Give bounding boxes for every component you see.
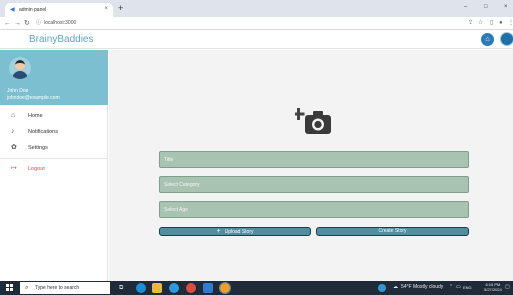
search-placeholder: Type here to search xyxy=(35,285,80,291)
search-icon: ⌕ xyxy=(25,285,29,291)
window-close-button[interactable]: × xyxy=(504,3,508,11)
sidebar-item-label: Notifications xyxy=(28,129,58,135)
create-story-label: Create Story xyxy=(378,228,407,234)
brand-logo-text[interactable]: BrainyBaddies xyxy=(29,34,93,46)
app-icon[interactable] xyxy=(169,283,179,293)
url-text: localhost:3000 xyxy=(44,20,77,26)
vscode-icon[interactable] xyxy=(203,283,213,293)
star-icon[interactable]: ☆ xyxy=(478,19,483,28)
screen: ◀ admin panel × + – □ × ← → ↻ ⓘ localhost… xyxy=(0,0,513,295)
taskbar-search-input[interactable]: ⌕ Type here to search xyxy=(20,282,110,294)
notification-center-icon[interactable]: ▢ xyxy=(505,284,510,291)
add-photo-icon[interactable] xyxy=(295,106,335,136)
weather-icon: ☁ xyxy=(393,284,398,290)
create-story-button[interactable]: Create Story xyxy=(316,227,469,236)
sidebar-divider xyxy=(0,158,108,159)
profile-card: John Doe johndoe@example.com xyxy=(0,50,108,105)
new-tab-button[interactable]: + xyxy=(118,3,123,13)
avatar xyxy=(9,57,31,79)
back-icon[interactable]: ← xyxy=(4,19,11,28)
upload-story-label: Upload Story xyxy=(224,229,254,235)
file-explorer-icon[interactable] xyxy=(152,283,162,293)
tab-title: admin panel xyxy=(19,7,47,13)
logout-icon: ↦ xyxy=(11,165,17,172)
windows-start-icon[interactable] xyxy=(6,284,14,292)
app-header: BrainyBaddies ⌂ xyxy=(0,30,513,49)
window-minimize-button[interactable]: – xyxy=(464,3,467,11)
app-tray-icon[interactable] xyxy=(378,284,386,292)
gear-icon: ✿ xyxy=(11,144,17,151)
battery-icon[interactable]: ▭ xyxy=(456,284,461,291)
plus-icon: + xyxy=(216,228,221,235)
user-email: johndoe@example.com xyxy=(7,95,60,101)
avatar-body xyxy=(12,71,28,79)
home-icon[interactable]: ⌂ xyxy=(481,33,494,46)
forward-icon[interactable]: → xyxy=(14,19,21,28)
url-field[interactable]: ⓘ localhost:3000 xyxy=(36,20,76,27)
avatar-head xyxy=(15,60,25,70)
browser-menu-icon[interactable]: ⋮ xyxy=(508,19,513,28)
sidebar-item-home[interactable]: ⌂ Home xyxy=(0,109,108,123)
windows-taskbar: ⌕ Type here to search ⧉ ☁ 54°F Mostly cl… xyxy=(0,281,513,295)
home-icon: ⌂ xyxy=(11,112,16,119)
sidebar-item-notifications[interactable]: ♪ Notifications xyxy=(0,125,108,139)
bell-icon: ♪ xyxy=(11,128,15,135)
share-icon[interactable]: ⇪ xyxy=(468,19,473,28)
window-maximize-button[interactable]: □ xyxy=(484,3,488,11)
weather-text[interactable]: 54°F Mostly cloudy xyxy=(401,284,443,291)
browser-tab[interactable]: ◀ admin panel × xyxy=(5,3,113,17)
chrome-icon[interactable] xyxy=(219,282,231,294)
sidebar-item-label: Logout xyxy=(28,166,45,172)
tab-favicon-icon: ◀ xyxy=(10,7,15,13)
address-bar: ← → ↻ ⓘ localhost:3000 ⇪ ☆ ▯ ● ⋮ xyxy=(0,17,513,30)
category-placeholder: Select Category xyxy=(164,182,200,188)
sidebar-item-logout[interactable]: ↦ Logout xyxy=(0,162,108,176)
title-input[interactable]: Title xyxy=(159,151,469,168)
sidebar-panel-icon[interactable]: ▯ xyxy=(490,19,493,28)
user-name: John Doe xyxy=(7,88,29,94)
task-view-icon[interactable]: ⧉ xyxy=(119,283,129,293)
title-placeholder: Title xyxy=(164,157,174,163)
system-clock[interactable]: 6:15 PM 5/27/2024 xyxy=(484,282,502,292)
user-avatar[interactable] xyxy=(500,32,513,46)
sidebar-item-label: Home xyxy=(28,113,43,119)
clock-date: 5/27/2024 xyxy=(484,287,502,292)
age-select[interactable]: Select Age xyxy=(159,201,469,218)
upload-story-button[interactable]: + Upload Story xyxy=(159,227,311,236)
site-info-icon[interactable]: ⓘ xyxy=(36,20,41,27)
main-content: Title Select Category Select Age + Upload… xyxy=(109,50,513,281)
edge-browser-icon[interactable] xyxy=(136,283,146,293)
age-placeholder: Select Age xyxy=(164,207,188,213)
profile-icon[interactable]: ● xyxy=(499,19,503,28)
tab-close-icon[interactable]: × xyxy=(104,6,108,13)
app-icon[interactable] xyxy=(186,283,196,293)
browser-tab-strip: ◀ admin panel × + – □ × xyxy=(0,0,513,17)
reload-icon[interactable]: ↻ xyxy=(24,19,30,28)
sidebar-item-settings[interactable]: ✿ Settings xyxy=(0,141,108,155)
sidebar: John Doe johndoe@example.com ⌂ Home ♪ No… xyxy=(0,50,108,281)
sidebar-item-label: Settings xyxy=(28,145,48,151)
tray-chevron-icon[interactable]: ⌃ xyxy=(449,284,453,291)
category-select[interactable]: Select Category xyxy=(159,176,469,193)
language-indicator[interactable]: ENG xyxy=(463,284,472,291)
